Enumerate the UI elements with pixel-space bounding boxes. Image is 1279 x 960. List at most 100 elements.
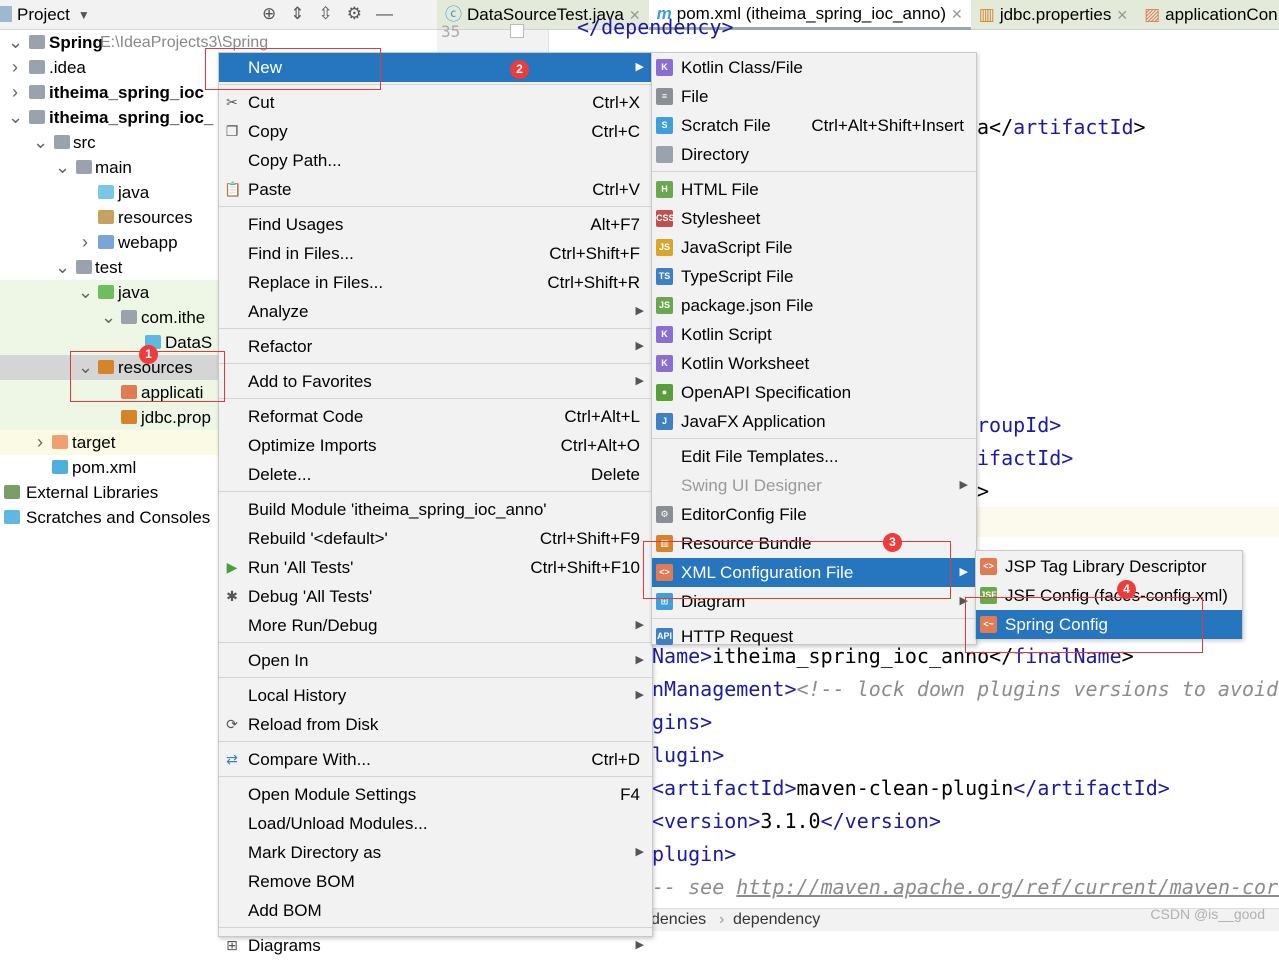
menu-item-label: Analyze — [248, 302, 309, 321]
project-title[interactable]: Project — [17, 5, 70, 25]
chevron-right-icon[interactable]: › — [8, 80, 22, 105]
close-icon[interactable]: ✕ — [951, 0, 963, 28]
chevron-right-icon[interactable]: › — [8, 55, 22, 80]
debug-icon: ✱ — [226, 588, 238, 604]
minimize-icon[interactable]: — — [376, 4, 393, 24]
project-icon — [0, 6, 12, 22]
collapse-all-icon[interactable]: ⇳ — [319, 4, 333, 24]
menu-item-copy[interactable]: ❐ Copy Ctrl+C — [219, 117, 652, 146]
step-badge: 4 — [1117, 580, 1136, 599]
menu-item-build-module-itheima-spring-ioc-anno[interactable]: Build Module 'itheima_spring_ioc_anno' — [219, 495, 652, 524]
menu-item-html-file[interactable]: H HTML File — [652, 175, 976, 204]
tree-item-label: java — [118, 283, 150, 302]
breadcrumb-item[interactable]: dencies — [651, 909, 706, 931]
file-type-icon: API — [656, 628, 673, 645]
menu-item-find-usages[interactable]: Find Usages Alt+F7 — [219, 210, 652, 239]
menu-item-label: Cut — [248, 93, 275, 112]
gear-icon[interactable]: ⚙ — [347, 4, 362, 24]
tree-item-label: resources — [118, 208, 193, 227]
menu-item-jsp-tag-library-descriptor[interactable]: <> JSP Tag Library Descriptor — [976, 552, 1242, 581]
file-type-icon: K — [656, 355, 673, 372]
menu-item-javafx-application[interactable]: J JavaFX Application — [652, 407, 976, 436]
menu-item-open-module-settings[interactable]: Open Module Settings F4 — [219, 780, 652, 809]
menu-item-swing-ui-designer[interactable]: Swing UI Designer ▶ — [652, 471, 976, 500]
menu-item-more-run-debug[interactable]: More Run/Debug ▶ — [219, 611, 652, 640]
menu-item-kotlin-class-file[interactable]: K Kotlin Class/File — [652, 53, 976, 82]
chevron-right-icon: › — [719, 911, 725, 928]
menu-item-package-json-file[interactable]: JS package.json File — [652, 291, 976, 320]
chevron-down-icon[interactable]: ⌄ — [55, 155, 70, 180]
tree-node-icon — [98, 185, 114, 199]
menu-item-mark-directory-as[interactable]: Mark Directory as ▶ — [219, 838, 652, 867]
tree-node-icon — [52, 460, 68, 474]
menu-item-kotlin-script[interactable]: K Kotlin Script — [652, 320, 976, 349]
menu-item-add-bom[interactable]: Add BOM — [219, 896, 652, 925]
chevron-down-icon[interactable]: ⌄ — [8, 30, 23, 55]
code-line: <artifactId>maven-clean-plugin</artifact… — [652, 776, 1170, 800]
tree-node-icon — [29, 85, 45, 99]
menu-item-directory[interactable]: Directory — [652, 140, 976, 169]
compare-icon: ⇄ — [226, 751, 238, 767]
menu-item-http-request[interactable]: API HTTP Request — [652, 622, 976, 651]
menu-item-label: Open In — [248, 651, 309, 670]
menu-item-compare-with[interactable]: ⇄ Compare With... Ctrl+D — [219, 745, 652, 774]
tab-label: applicationCon — [1165, 5, 1278, 24]
menu-item-label: Run 'All Tests' — [248, 558, 354, 577]
menu-item-rebuild-default[interactable]: Rebuild '<default>' Ctrl+Shift+F9 — [219, 524, 652, 553]
file-type-icon: K — [656, 326, 673, 343]
menu-item-javascript-file[interactable]: JS JavaScript File — [652, 233, 976, 262]
menu-item-stylesheet[interactable]: CSS Stylesheet — [652, 204, 976, 233]
copy-icon: ❐ — [225, 123, 239, 139]
chevron-right-icon[interactable]: › — [78, 230, 92, 255]
chevron-down-icon[interactable]: ⌄ — [78, 280, 93, 305]
locate-icon[interactable]: ⊕ — [262, 4, 276, 24]
menu-item-add-to-favorites[interactable]: Add to Favorites ▶ — [219, 367, 652, 396]
menu-item-delete[interactable]: Delete... Delete — [219, 460, 652, 489]
menu-item-file[interactable]: ≡ File — [652, 82, 976, 111]
menu-item-typescript-file[interactable]: TS TypeScript File — [652, 262, 976, 291]
menu-item-find-in-files[interactable]: Find in Files... Ctrl+Shift+F — [219, 239, 652, 268]
menu-item-label: Reload from Disk — [248, 715, 379, 734]
menu-item-debug-all-tests[interactable]: ✱ Debug 'All Tests' — [219, 582, 652, 611]
menu-item-edit-file-templates[interactable]: Edit File Templates... — [652, 442, 976, 471]
menu-item-optimize-imports[interactable]: Optimize Imports Ctrl+Alt+O — [219, 431, 652, 460]
menu-item-reload-from-disk[interactable]: ⟳ Reload from Disk — [219, 710, 652, 739]
menu-item-local-history[interactable]: Local History ▶ — [219, 681, 652, 710]
expand-all-icon[interactable]: ⇕ — [290, 4, 304, 24]
menu-item-scratch-file[interactable]: S Scratch File Ctrl+Alt+Shift+Insert — [652, 111, 976, 140]
menu-item-openapi-specification[interactable]: ● OpenAPI Specification — [652, 378, 976, 407]
tab-jdbc-properties[interactable]: ▥ jdbc.properties ✕ — [971, 0, 1136, 30]
menu-item-label: More Run/Debug — [248, 616, 378, 635]
tree-item-label: com.ithe — [141, 308, 206, 327]
menu-item-load-unload-modules[interactable]: Load/Unload Modules... — [219, 809, 652, 838]
menu-item-label: Find in Files... — [248, 244, 354, 263]
menu-item-diagrams[interactable]: ⊞ Diagrams ▶ — [219, 931, 652, 960]
chevron-down-icon[interactable]: ▼ — [78, 8, 90, 22]
menu-item-refactor[interactable]: Refactor ▶ — [219, 332, 652, 361]
shortcut: Ctrl+Shift+R — [547, 273, 640, 292]
diagram-icon: ⊞ — [226, 937, 238, 953]
menu-item-reformat-code[interactable]: Reformat Code Ctrl+Alt+L — [219, 402, 652, 431]
menu-item-cut[interactable]: ✂ Cut Ctrl+X — [219, 88, 652, 117]
shortcut: Ctrl+Alt+Shift+Insert — [811, 116, 964, 135]
tab-applicationcontext[interactable]: ▨ applicationCon — [1136, 0, 1279, 30]
chevron-down-icon[interactable]: ⌄ — [101, 305, 116, 330]
chevron-down-icon[interactable]: ⌄ — [33, 130, 48, 155]
menu-item-replace-in-files[interactable]: Replace in Files... Ctrl+Shift+R — [219, 268, 652, 297]
chevron-down-icon[interactable]: ⌄ — [8, 105, 23, 130]
chevron-down-icon[interactable]: ⌄ — [55, 255, 70, 280]
close-icon[interactable]: ✕ — [1116, 1, 1128, 29]
menu-item-open-in[interactable]: Open In ▶ — [219, 646, 652, 675]
menu-item-paste[interactable]: 📋 Paste Ctrl+V — [219, 175, 652, 204]
menu-item-label: Add BOM — [248, 901, 322, 920]
menu-item-copy-path[interactable]: Copy Path... — [219, 146, 652, 175]
menu-item-editorconfig-file[interactable]: ⚙ EditorConfig File — [652, 500, 976, 529]
menu-item-remove-bom[interactable]: Remove BOM — [219, 867, 652, 896]
menu-item-kotlin-worksheet[interactable]: K Kotlin Worksheet — [652, 349, 976, 378]
breadcrumb-item[interactable]: dependency — [733, 909, 820, 931]
menu-item-analyze[interactable]: Analyze ▶ — [219, 297, 652, 326]
menu-item-run-all-tests[interactable]: ▶ Run 'All Tests' Ctrl+Shift+F10 — [219, 553, 652, 582]
chevron-right-icon[interactable]: › — [33, 430, 47, 455]
fold-marker[interactable] — [510, 24, 524, 38]
spring-xml-icon: ▨ — [1144, 5, 1161, 24]
